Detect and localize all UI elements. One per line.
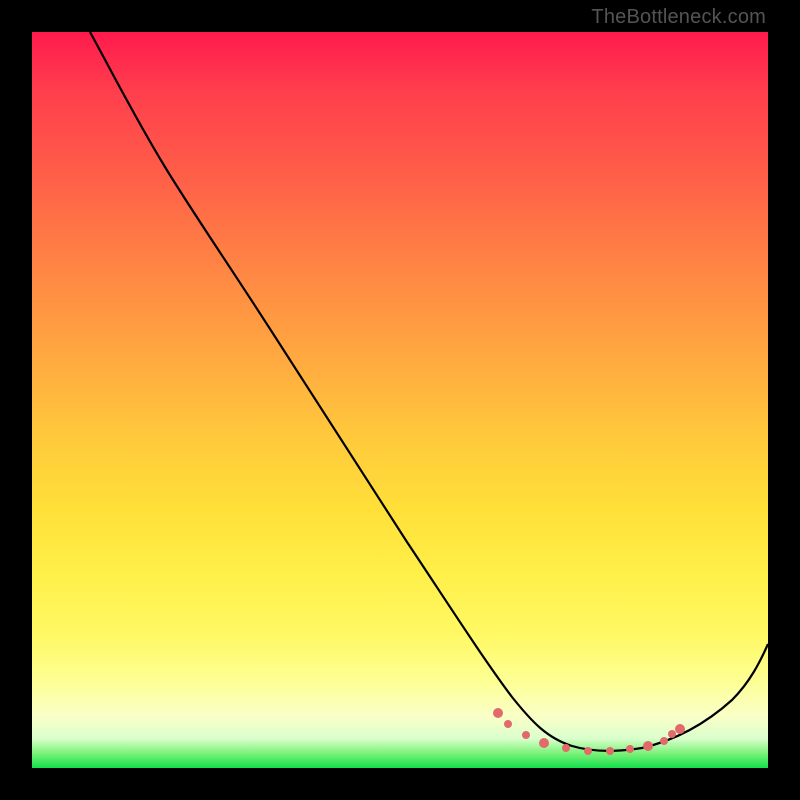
curve-layer xyxy=(32,32,768,768)
chart-frame: TheBottleneck.com xyxy=(0,0,800,800)
marker-dot xyxy=(504,720,512,728)
marker-dot xyxy=(660,737,668,745)
marker-dot xyxy=(522,731,530,739)
marker-dot xyxy=(493,708,503,718)
marker-dot xyxy=(668,730,676,738)
marker-dot xyxy=(584,747,592,755)
marker-dot xyxy=(626,745,634,753)
marker-group xyxy=(493,708,685,755)
marker-dot xyxy=(562,744,570,752)
marker-dot xyxy=(606,747,614,755)
marker-dot xyxy=(539,738,549,748)
marker-dot xyxy=(643,741,653,751)
marker-dot xyxy=(675,724,685,734)
bottleneck-curve xyxy=(90,32,768,751)
plot-area xyxy=(32,32,768,768)
watermark-text: TheBottleneck.com xyxy=(591,6,766,29)
